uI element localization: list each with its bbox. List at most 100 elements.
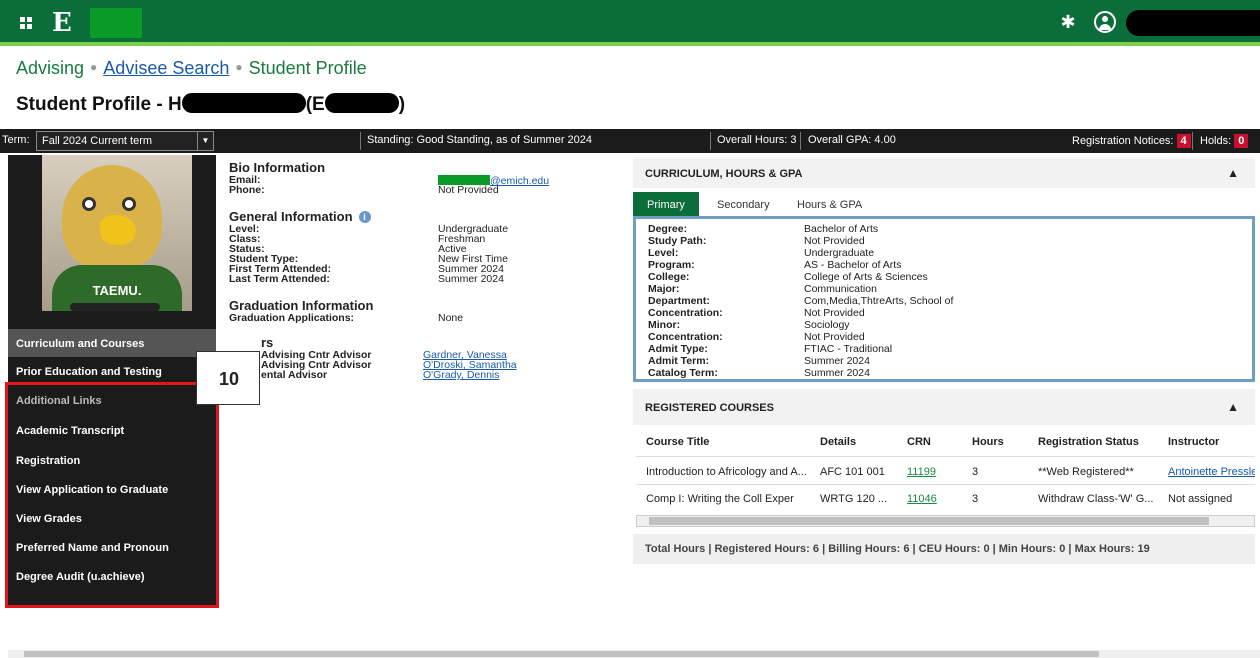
- tab-hours-gpa[interactable]: Hours & GPA: [783, 192, 876, 217]
- curriculum-value: Summer 2024: [804, 367, 870, 379]
- curriculum-value: Not Provided: [804, 307, 865, 319]
- chevron-down-icon[interactable]: ▼: [197, 132, 213, 150]
- chevron-up-icon[interactable]: ▲: [1227, 400, 1239, 414]
- holds-label: Holds:: [1200, 135, 1232, 147]
- curriculum-value: Sociology: [804, 319, 850, 331]
- course-details: WRTG 120 ...: [820, 493, 888, 505]
- curriculum-value: AS - Bachelor of Arts: [804, 259, 902, 271]
- app-grid-icon[interactable]: [20, 17, 32, 29]
- holds[interactable]: Holds: 0: [1200, 134, 1249, 148]
- registration-notices[interactable]: Registration Notices: 4: [1072, 134, 1191, 148]
- table-header: Course Title Details CRN Hours Registrat…: [636, 425, 1255, 457]
- page-title: Student Profile - H (E): [16, 93, 405, 116]
- curriculum-label: Study Path:: [648, 235, 707, 247]
- table-row: Introduction to Africology and A... AFC …: [636, 457, 1255, 485]
- overall-hours: Overall Hours: 3: [717, 134, 797, 146]
- breadcrumb: Advising ● Advisee Search ● Student Profile: [16, 58, 367, 78]
- curriculum-value: FTIAC - Traditional: [804, 343, 893, 355]
- curriculum-value: Bachelor of Arts: [804, 223, 879, 235]
- advisors-heading: rs: [261, 335, 274, 350]
- column-hours[interactable]: Hours: [972, 436, 1004, 448]
- chevron-up-icon[interactable]: ▲: [1227, 166, 1239, 180]
- info-icon[interactable]: i: [358, 211, 371, 223]
- curriculum-panel-header[interactable]: CURRICULUM, HOURS & GPA ▲: [633, 158, 1255, 188]
- curriculum-label: Minor:: [648, 319, 681, 331]
- table-row: Comp I: Writing the Coll Exper WRTG 120 …: [636, 485, 1255, 513]
- curriculum-label: Concentration:: [648, 331, 723, 343]
- graduation-applications-value: None: [438, 312, 464, 324]
- user-name-redaction: [1126, 10, 1260, 36]
- totals-bar: Total Hours | Registered Hours: 6 | Bill…: [633, 534, 1255, 564]
- course-hours: 3: [972, 466, 979, 478]
- curriculum-details: Degree: Bachelor of Arts Study Path: Not P…: [633, 216, 1255, 382]
- curriculum-value: College of Arts & Sciences: [804, 271, 928, 283]
- graduation-heading: Graduation Information: [229, 298, 374, 313]
- curriculum-label: Level:: [648, 247, 679, 259]
- table-scrollbar[interactable]: [636, 515, 1255, 527]
- instructor-link[interactable]: Antoinette Pressle: [1168, 466, 1255, 478]
- course-status: Withdraw Class-'W' G...: [1038, 493, 1154, 505]
- tab-secondary[interactable]: Secondary: [703, 192, 784, 217]
- bio-heading: Bio Information: [229, 160, 326, 175]
- registered-courses-header[interactable]: REGISTERED COURSES ▲: [633, 389, 1255, 425]
- user-icon[interactable]: [1094, 11, 1116, 33]
- divider: [710, 132, 711, 150]
- sidebar-item-curriculum[interactable]: Curriculum and Courses: [8, 329, 216, 357]
- column-course-title[interactable]: Course Title: [646, 436, 709, 448]
- curriculum-title: CURRICULUM, HOURS & GPA: [645, 168, 803, 180]
- divider: [800, 132, 801, 150]
- name-redaction: [181, 93, 306, 113]
- crn-link[interactable]: 11199: [907, 466, 936, 478]
- curriculum-label: Catalog Term:: [648, 367, 718, 379]
- logo[interactable]: E: [52, 8, 72, 38]
- graduation-applications-label: Graduation Applications:: [229, 312, 355, 324]
- tab-primary[interactable]: Primary: [633, 192, 699, 217]
- instructor-value: Not assigned: [1168, 493, 1233, 505]
- scrollbar-thumb[interactable]: [24, 651, 1099, 657]
- overall-gpa: Overall GPA: 4.00: [808, 134, 896, 146]
- curriculum-value: Summer 2024: [804, 355, 870, 367]
- registered-courses-title: REGISTERED COURSES: [645, 402, 774, 414]
- breadcrumb-advisee-search[interactable]: Advisee Search: [103, 58, 229, 78]
- crn-link[interactable]: 11046: [907, 493, 937, 505]
- column-instructor[interactable]: Instructor: [1168, 436, 1219, 448]
- curriculum-value: Not Provided: [804, 235, 865, 247]
- page-scrollbar[interactable]: [8, 650, 1260, 658]
- registered-courses-table: Course Title Details CRN Hours Registrat…: [636, 425, 1255, 515]
- breadcrumb-student-profile: Student Profile: [248, 58, 367, 78]
- column-crn[interactable]: CRN: [907, 436, 931, 448]
- column-registration-status[interactable]: Registration Status: [1038, 436, 1139, 448]
- highlight-box: [5, 382, 219, 608]
- curriculum-label: Admit Term:: [648, 355, 710, 367]
- column-details[interactable]: Details: [820, 436, 856, 448]
- sidebar-item-prior-education[interactable]: Prior Education and Testing: [8, 357, 216, 385]
- logo-redaction: [90, 8, 142, 38]
- curriculum-label: Program:: [648, 259, 695, 271]
- divider: [360, 132, 361, 150]
- curriculum-label: College:: [648, 271, 690, 283]
- page-title-id-open: (E: [305, 94, 325, 115]
- page-title-prefix: Student Profile - H: [16, 94, 182, 115]
- curriculum-label: Degree:: [648, 223, 688, 235]
- breadcrumb-advising[interactable]: Advising: [16, 58, 84, 78]
- last-term-label: Last Term Attended:: [229, 273, 330, 285]
- general-info-heading: General Information i: [229, 209, 609, 224]
- term-select[interactable]: Fall 2024 Current term ▼: [36, 131, 214, 151]
- course-status: **Web Registered**: [1038, 466, 1134, 478]
- curriculum-value: Undergraduate: [804, 247, 875, 259]
- term-label: Term:: [2, 134, 30, 146]
- page-title-id-close: ): [398, 94, 406, 115]
- course-title: Comp I: Writing the Coll Exper: [646, 493, 794, 505]
- standing-text: Standing: Good Standing, as of Summer 20…: [367, 134, 593, 146]
- photo-shirt-text: TAEMU.: [92, 283, 142, 298]
- student-photo: TAEMU.: [42, 155, 192, 311]
- student-details: Bio Information Email: @emich.edu Phone:…: [229, 160, 609, 380]
- general-info-heading-text: General Information: [229, 209, 353, 224]
- term-selected-value: Fall 2024 Current term: [42, 135, 153, 147]
- gear-icon[interactable]: ✱: [1058, 12, 1078, 32]
- holds-badge: 0: [1234, 134, 1249, 148]
- curriculum-value: Communication: [804, 283, 877, 295]
- scrollbar-thumb[interactable]: [649, 517, 1209, 525]
- divider: [1192, 132, 1193, 150]
- advisor-link[interactable]: O'Grady, Dennis: [423, 370, 500, 381]
